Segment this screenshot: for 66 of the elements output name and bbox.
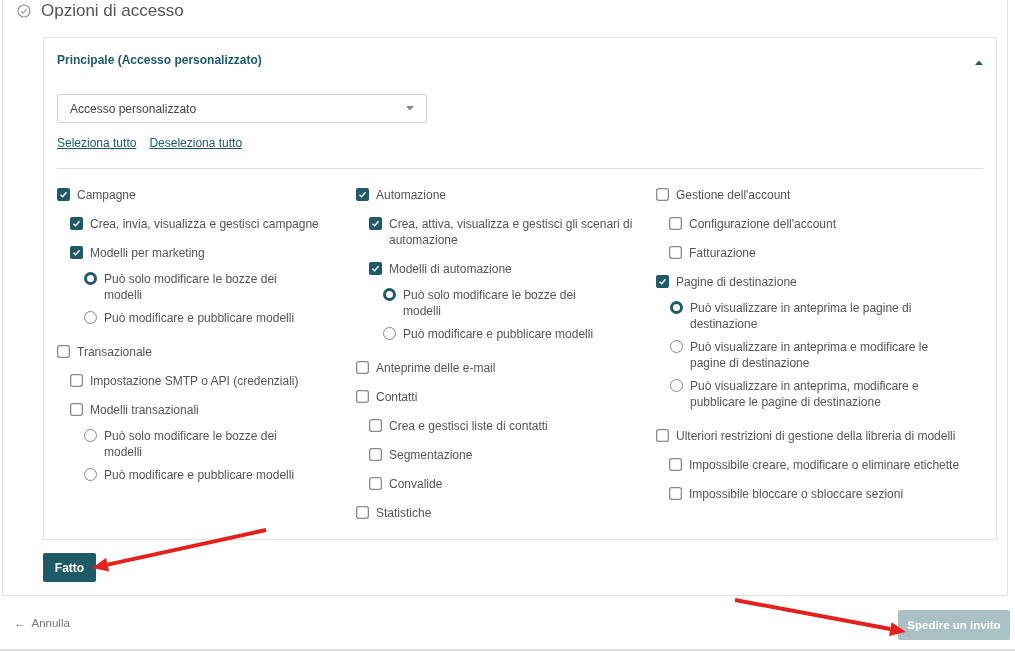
section-title: Opzioni di accesso <box>41 1 184 21</box>
checkbox[interactable] <box>70 216 83 230</box>
checkbox-label: Pagine di destinazione <box>676 273 798 290</box>
radio-button[interactable] <box>670 300 683 314</box>
checkbox[interactable] <box>70 402 83 416</box>
select-link[interactable]: Seleziona tutto <box>57 136 137 150</box>
checkbox[interactable] <box>656 187 669 201</box>
radio-button[interactable] <box>84 271 97 285</box>
checkbox[interactable] <box>57 187 70 201</box>
checkbox[interactable] <box>356 389 369 403</box>
radio-button[interactable] <box>383 287 396 301</box>
checkbox[interactable] <box>369 418 382 432</box>
checkbox-label: Fatturazione <box>689 244 757 261</box>
check-circle-icon <box>17 4 31 18</box>
checkbox-label: Configurazione dell'account <box>689 215 838 232</box>
checkbox-label: Impossibile bloccare o sbloccare sezioni <box>689 485 905 502</box>
checkbox-label: Modelli di automazione <box>389 260 513 277</box>
checkbox-label: Transazionale <box>77 343 153 360</box>
caret-icon <box>406 106 414 111</box>
checkbox-label: Modelli per marketing <box>90 244 206 261</box>
radio-label: Può visualizzare in anteprima e modificare le pagine di destinazione <box>690 338 930 371</box>
radio-label: Può modificare e pubblicare modelli <box>104 466 296 483</box>
checkbox-label: Anteprime delle e-mail <box>376 359 497 376</box>
checkbox-label: Impostazione SMTP o API (credenziali) <box>90 372 300 389</box>
collapse-icon[interactable] <box>975 59 983 65</box>
select-link[interactable]: Deseleziona tutto <box>149 136 243 150</box>
checkbox-label: Crea, attiva, visualizza e gestisci gli scenari di automazione <box>389 215 634 248</box>
checkbox-label: Ulteriori restrizioni di gestione della libreria di modelli <box>676 427 957 444</box>
checkbox[interactable] <box>669 216 682 230</box>
checkbox[interactable] <box>70 373 83 387</box>
checkbox-label: Campagne <box>77 186 137 203</box>
checkbox[interactable] <box>356 505 369 519</box>
checkbox[interactable] <box>369 261 382 275</box>
checkbox[interactable] <box>656 274 669 288</box>
access-select[interactable]: Accesso personalizzato <box>57 94 427 123</box>
checkbox-label: Automazione <box>376 186 448 203</box>
checkbox-label: Statistiche <box>376 504 433 521</box>
checkbox[interactable] <box>669 245 682 259</box>
checkbox[interactable] <box>70 245 83 259</box>
done-button[interactable]: Fatto <box>43 553 96 582</box>
checkbox[interactable] <box>369 216 382 230</box>
radio-label: Può modificare e pubblicare modelli <box>403 325 595 342</box>
checkbox[interactable] <box>656 428 669 442</box>
radio-label: Può visualizzare in anteprima le pagine di destinazione <box>690 299 913 332</box>
checkbox[interactable] <box>669 486 682 500</box>
checkbox[interactable] <box>369 447 382 461</box>
checkbox[interactable] <box>356 187 369 201</box>
checkbox[interactable] <box>57 344 70 358</box>
checkbox-label: Crea, invia, visualizza e gestisci campagne <box>90 215 320 232</box>
checkbox-label: Crea e gestisci liste di contatti <box>389 417 549 434</box>
radio-label: Può solo modificare le bozze dei modelli <box>403 286 577 319</box>
radio-label: Può modificare e pubblicare modelli <box>104 309 296 326</box>
cancel-link[interactable]: ← Annulla <box>14 616 70 629</box>
radio-label: Può solo modificare le bozze dei modelli <box>104 427 278 460</box>
checkbox[interactable] <box>369 476 382 490</box>
checkbox[interactable] <box>669 457 682 471</box>
checkbox-label: Convalide <box>389 475 444 492</box>
radio-label: Può visualizzare in anteprima, modificare e pubblicare le pagine di destinazione <box>690 377 920 410</box>
checkbox-label: Contatti <box>376 388 419 405</box>
checkbox-label: Modelli transazionali <box>90 401 200 418</box>
checkbox[interactable] <box>356 360 369 374</box>
checkbox-label: Segmentazione <box>389 446 474 463</box>
card-title[interactable]: Principale (Accesso personalizzato) <box>57 52 262 67</box>
radio-label: Può solo modificare le bozze dei modelli <box>104 270 278 303</box>
checkbox-label: Impossibile creare, modificare o eliminare etichette <box>689 456 961 473</box>
checkbox-label: Gestione dell'account <box>676 186 792 203</box>
